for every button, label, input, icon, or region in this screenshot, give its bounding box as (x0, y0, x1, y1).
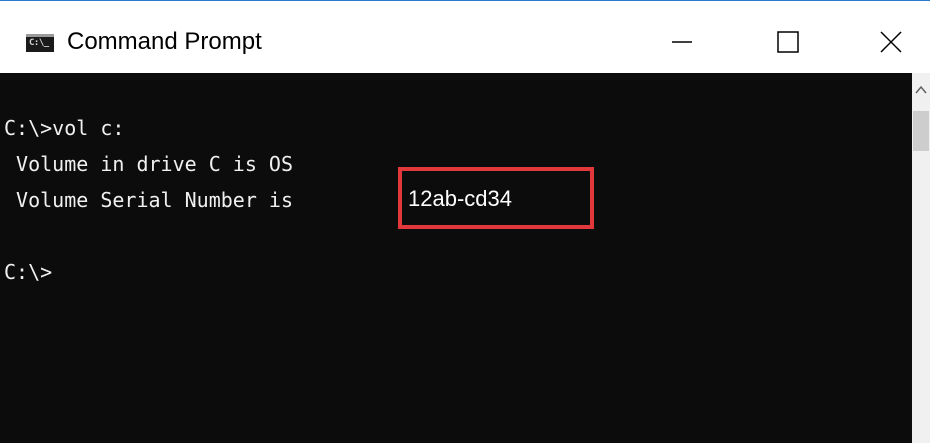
console-line-command: C:\>vol c: (4, 116, 125, 140)
console-line-volume-label: Volume in drive C is OS (4, 152, 293, 176)
console-line-serial-prefix: Volume Serial Number is (4, 188, 306, 212)
console-line-prompt: C:\> (4, 260, 53, 284)
maximize-button[interactable] (757, 14, 821, 70)
minimize-button[interactable] (650, 14, 714, 70)
scroll-thumb[interactable] (913, 111, 929, 151)
close-icon (880, 31, 902, 53)
close-button[interactable] (858, 14, 922, 70)
icon-label: C:\_ (29, 38, 49, 48)
console-output[interactable]: C:\>vol c: Volume in drive C is OS Volum… (0, 73, 912, 443)
vertical-scrollbar[interactable] (912, 73, 930, 443)
scroll-up-button[interactable] (912, 73, 930, 107)
serial-highlight-box (398, 167, 594, 229)
maximize-icon (777, 31, 799, 53)
command-prompt-window: C:\_ Command Prompt C:\>vol c: Volume in… (0, 0, 930, 443)
minimize-icon (672, 41, 692, 43)
window-title: Command Prompt (67, 28, 262, 55)
command-prompt-icon[interactable]: C:\_ (26, 34, 54, 52)
title-bar[interactable]: C:\_ Command Prompt (0, 2, 930, 73)
chevron-up-icon (915, 85, 927, 94)
